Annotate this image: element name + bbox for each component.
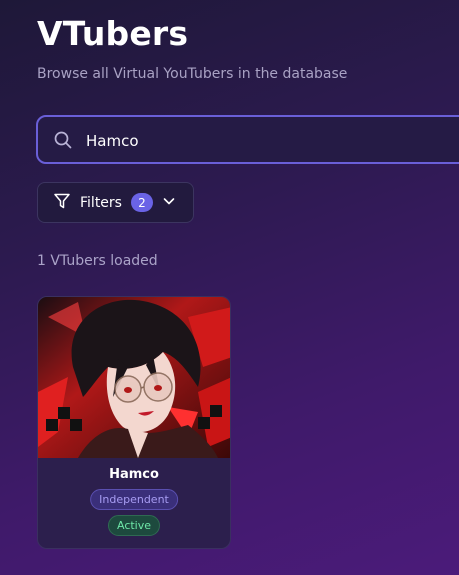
results-count: 1 VTubers loaded bbox=[37, 253, 158, 269]
search-box[interactable] bbox=[36, 115, 459, 164]
filter-icon bbox=[53, 192, 71, 214]
search-icon bbox=[54, 131, 72, 153]
page-subtitle: Browse all Virtual YouTubers in the data… bbox=[37, 66, 348, 82]
vtuber-name: Hamco bbox=[109, 467, 159, 482]
filters-count-badge: 2 bbox=[130, 193, 153, 212]
status-badge: Active bbox=[107, 515, 161, 536]
affiliation-badge: Independent bbox=[90, 489, 178, 510]
page-title: VTubers bbox=[37, 14, 189, 53]
filters-label: Filters bbox=[80, 194, 122, 211]
vtuber-avatar-image bbox=[38, 297, 230, 458]
search-input[interactable] bbox=[84, 127, 448, 155]
chevron-down-icon bbox=[162, 193, 176, 212]
vtuber-card[interactable]: Hamco Independent Active bbox=[37, 296, 231, 549]
filters-button[interactable]: Filters 2 bbox=[37, 182, 194, 223]
